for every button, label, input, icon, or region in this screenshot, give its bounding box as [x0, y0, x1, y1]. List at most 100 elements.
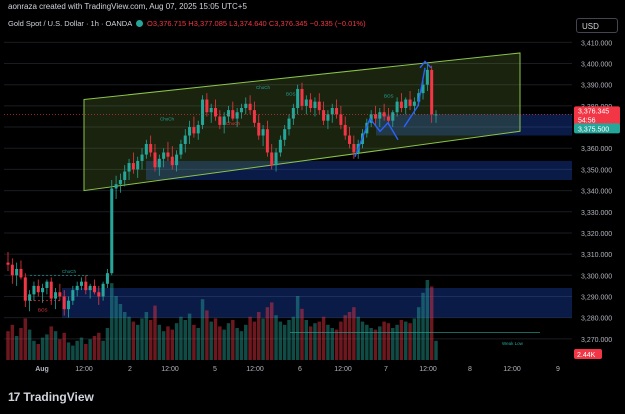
candle-body	[62, 296, 66, 310]
candle-body	[162, 152, 166, 159]
volume-bar	[140, 318, 144, 360]
volume-bar	[304, 320, 309, 360]
time-tick-label: 7	[384, 366, 388, 373]
candle-body	[88, 285, 92, 291]
volume-bar	[295, 296, 300, 360]
price-tick-label: 3,330.000	[581, 210, 612, 217]
volume-bar	[347, 312, 352, 360]
candle-body	[218, 116, 222, 125]
price-tick-label: 3,300.000	[581, 273, 612, 280]
candle-body	[101, 283, 105, 297]
price-tick-label: 3,270.000	[581, 337, 612, 344]
candle-body	[408, 99, 412, 106]
volume-bar	[53, 331, 58, 360]
currency-button[interactable]: USD	[576, 18, 618, 33]
symbol-legend: Gold Spot / U.S. Dollar · 1h · OANDA O3,…	[8, 19, 366, 28]
volume-bar	[105, 328, 110, 360]
volume-bar	[135, 324, 140, 360]
annotation-label: BOS	[38, 307, 48, 312]
time-tick-label: Aug	[35, 366, 49, 373]
volume-bar	[391, 328, 395, 360]
candle-body	[196, 124, 200, 134]
last-price-text: 3,376.345	[578, 108, 609, 115]
volume-bar	[339, 321, 343, 360]
price-axis[interactable]: 3,270.000 3,280.000 3,290.000 3,300.000 3,31…	[572, 32, 625, 364]
author-text: aonraza created with TradingView.com, Au…	[8, 2, 247, 11]
annotation-label: BOS	[286, 91, 296, 96]
volume-bar	[231, 320, 235, 360]
price-tick-label: 3,350.000	[581, 167, 612, 174]
volume-bar	[49, 326, 53, 360]
price-chart[interactable]: ChoCh BOS ChoCh ChoCh ChoCh BOS BOS Weak Low 3,…	[0, 0, 625, 414]
volume-bar	[412, 318, 417, 360]
candle-body	[201, 99, 205, 125]
annotation-label: ChoCh	[226, 121, 241, 126]
volume-bar	[257, 312, 261, 360]
volume-bar	[278, 321, 283, 360]
volume-bar	[291, 316, 296, 360]
candle-body	[291, 108, 295, 119]
legend-change: −0.335 (−0.01%)	[309, 19, 366, 28]
volume-bar	[386, 323, 391, 360]
volume-bar	[265, 307, 270, 360]
candle-body	[170, 156, 174, 166]
tradingview-logo-text: TradingView	[23, 390, 94, 404]
volume-bar	[313, 323, 317, 360]
volume-bar	[58, 339, 62, 360]
volume-bar	[399, 320, 404, 360]
candle-body	[123, 171, 127, 180]
candle-body	[339, 114, 343, 125]
time-tick-label: 2	[128, 366, 132, 373]
candle-body	[10, 264, 14, 276]
candle-body	[67, 300, 71, 310]
candle-body	[84, 281, 88, 291]
tradingview-logo-icon: 17	[8, 390, 20, 404]
annotation-label: ChoCh	[256, 85, 271, 90]
tradingview-logo[interactable]: 17 TradingView	[8, 390, 94, 404]
volume-bar	[40, 337, 45, 360]
candle-body	[175, 154, 179, 166]
volume-bar	[404, 321, 408, 360]
volume-bar	[416, 307, 421, 360]
candle-body	[322, 110, 326, 121]
candle-body	[278, 139, 282, 153]
volume-bar	[144, 312, 149, 360]
volume-bar	[114, 296, 118, 360]
candle-body	[391, 112, 395, 121]
candle-body	[313, 101, 317, 108]
candle-body	[166, 152, 170, 157]
volume-bar	[235, 328, 239, 360]
price-tick-label: 3,290.000	[581, 294, 612, 301]
volume-bar	[300, 308, 304, 360]
candle-body	[248, 103, 252, 111]
candle-body	[58, 292, 62, 297]
volume-bar	[421, 292, 425, 360]
volume-bar	[343, 315, 347, 360]
volume-bar	[118, 304, 123, 360]
candle-body	[395, 101, 399, 113]
volume-bar	[200, 299, 205, 360]
volume-bar	[378, 326, 382, 360]
volume-bar	[179, 316, 183, 360]
candle-body	[54, 292, 58, 299]
candle-body	[300, 88, 304, 106]
countdown-text: 54:56	[578, 117, 596, 124]
candle-body	[136, 160, 140, 170]
volume-bar	[330, 328, 334, 360]
time-axis[interactable]: Aug 12:00 2 12:00 5 12:00 6 12:00 7 12:00 8 12:00 9	[35, 366, 560, 373]
time-tick-label: 12:00	[75, 366, 93, 373]
volume-bar	[92, 336, 97, 360]
price-tick-label: 3,320.000	[581, 231, 612, 238]
volume-bar	[213, 318, 218, 360]
time-tick-label: 12:00	[503, 366, 521, 373]
volume-bar	[434, 340, 438, 360]
volume-bar	[317, 321, 322, 360]
candle-body	[430, 69, 434, 115]
volume-bar	[148, 320, 153, 360]
volume-bar	[282, 324, 287, 360]
candle-body	[378, 112, 382, 119]
candle-body	[28, 294, 32, 301]
volume-bar	[196, 328, 200, 360]
volume-bar	[79, 337, 84, 360]
volume-bar	[23, 318, 28, 360]
